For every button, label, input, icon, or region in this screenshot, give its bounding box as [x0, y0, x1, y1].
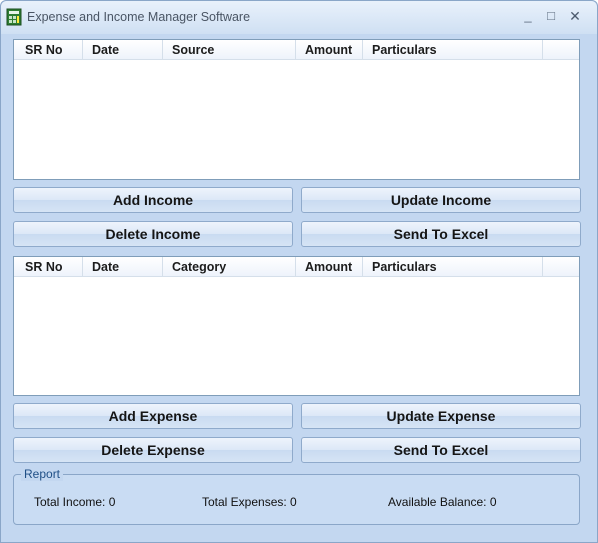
report-groupbox: Report Total Income: 0 Total Expenses: 0… [13, 467, 580, 525]
update-expense-button[interactable]: Update Expense [301, 403, 581, 429]
income-col-sr-no[interactable]: SR No [14, 40, 83, 60]
income-col-particulars[interactable]: Particulars [363, 40, 543, 60]
expense-send-to-excel-button[interactable]: Send To Excel [301, 437, 581, 463]
income-col-amount[interactable]: Amount [296, 40, 363, 60]
expense-col-category[interactable]: Category [163, 257, 296, 277]
available-balance-label: Available Balance: 0 [388, 495, 497, 509]
income-send-to-excel-button[interactable]: Send To Excel [301, 221, 581, 247]
app-window: Expense and Income Manager Software _ □ … [0, 0, 598, 543]
total-expenses-label: Total Expenses: 0 [202, 495, 297, 509]
minimize-icon[interactable]: _ [519, 7, 537, 25]
expense-col-date[interactable]: Date [83, 257, 163, 277]
expense-col-sr-no[interactable]: SR No [14, 257, 83, 277]
expense-col-particulars[interactable]: Particulars [363, 257, 543, 277]
report-legend: Report [21, 467, 64, 481]
expense-list[interactable]: SR No Date Category Amount Particulars [13, 256, 580, 396]
add-expense-button[interactable]: Add Expense [13, 403, 293, 429]
update-income-button[interactable]: Update Income [301, 187, 581, 213]
add-income-button[interactable]: Add Income [13, 187, 293, 213]
window-title: Expense and Income Manager Software [27, 10, 251, 24]
expense-col-amount[interactable]: Amount [296, 257, 363, 277]
title-bar[interactable]: Expense and Income Manager Software _ □ … [1, 1, 597, 34]
expense-col-filler [543, 257, 579, 277]
income-list-header: SR No Date Source Amount Particulars [14, 40, 579, 60]
maximize-icon[interactable]: □ [542, 7, 560, 25]
income-col-source[interactable]: Source [163, 40, 296, 60]
total-income-label: Total Income: 0 [34, 495, 116, 509]
income-col-date[interactable]: Date [83, 40, 163, 60]
income-col-filler [543, 40, 579, 60]
close-icon[interactable]: ✕ [566, 7, 584, 25]
app-logo-icon [6, 8, 22, 26]
expense-list-header: SR No Date Category Amount Particulars [14, 257, 579, 277]
delete-income-button[interactable]: Delete Income [13, 221, 293, 247]
delete-expense-button[interactable]: Delete Expense [13, 437, 293, 463]
income-list[interactable]: SR No Date Source Amount Particulars [13, 39, 580, 180]
